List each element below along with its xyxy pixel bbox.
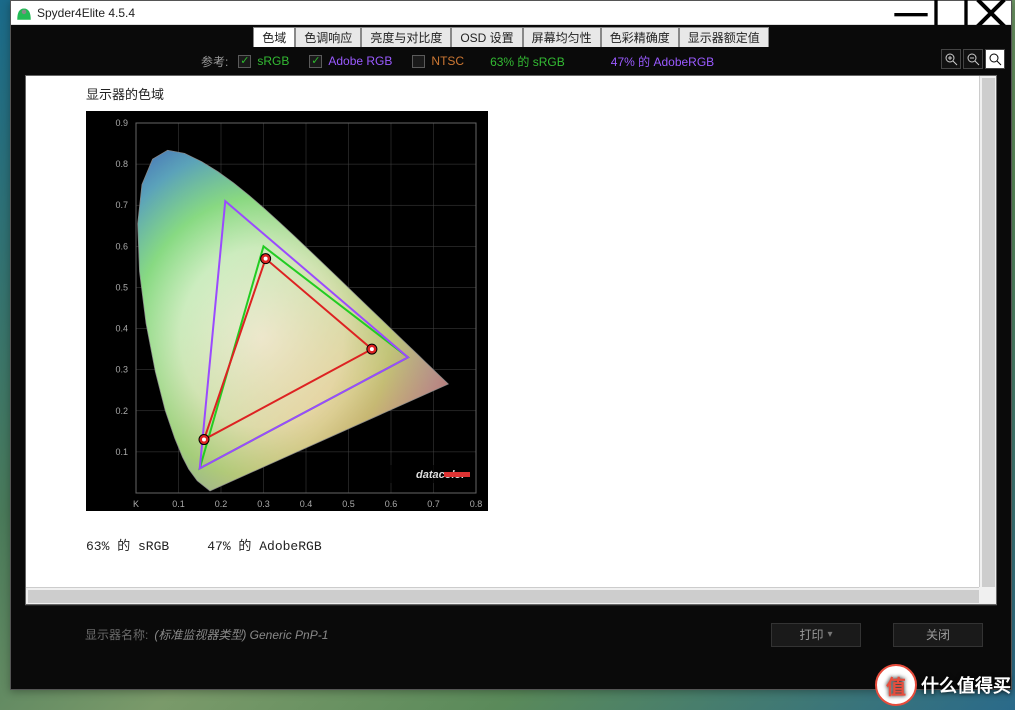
close-button[interactable] — [971, 2, 1011, 24]
coverage-text-adobergb: 47% 的 AdobeRGB — [207, 539, 321, 554]
content-area: 显示器的色域 K 0.1 0.2 0.3 0.4 0.5 0.6 0.7 0.8 0.1 0.2 0.… — [11, 75, 1011, 689]
zoom-buttons — [941, 49, 1005, 69]
svg-text:0.7: 0.7 — [115, 200, 128, 210]
coverage-srgb: 63% 的 sRGB — [490, 53, 565, 70]
checkbox-adobergb[interactable] — [309, 55, 322, 68]
watermark-text: 什么值得买 — [921, 672, 1011, 698]
watermark-logo-icon: 值 — [875, 664, 917, 706]
svg-text:0.1: 0.1 — [115, 447, 128, 457]
scroll-area: 显示器的色域 K 0.1 0.2 0.3 0.4 0.5 0.6 0.7 0.8 0.1 0.2 0.… — [25, 75, 997, 605]
reference-label: 参考: — [201, 53, 228, 70]
label-ntsc: NTSC — [431, 54, 464, 68]
app-window: Spyder4Elite 4.5.4 色域 色调响应 亮度与对比度 OSD 设置… — [10, 0, 1012, 690]
svg-text:0.4: 0.4 — [115, 324, 128, 334]
zoom-fit-button[interactable] — [985, 49, 1005, 69]
horizontal-scrollbar-thumb[interactable] — [28, 590, 981, 603]
section-heading: 显示器的色域 — [86, 84, 919, 103]
titlebar[interactable]: Spyder4Elite 4.5.4 — [11, 1, 1011, 25]
scroll-corner — [979, 587, 996, 604]
maximize-button[interactable] — [931, 2, 971, 24]
scroll-content: 显示器的色域 K 0.1 0.2 0.3 0.4 0.5 0.6 0.7 0.8 0.1 0.2 0.… — [26, 76, 979, 587]
coverage-adobergb: 47% 的 AdobeRGB — [611, 53, 714, 70]
svg-text:0.9: 0.9 — [115, 118, 128, 128]
checkbox-ntsc[interactable] — [412, 55, 425, 68]
zoom-in-button[interactable] — [941, 49, 961, 69]
svg-text:0.7: 0.7 — [427, 499, 440, 509]
reference-bar: 参考: sRGB Adobe RGB NTSC 63% 的 sRGB 47% 的… — [11, 47, 1011, 75]
client-area: 色域 色调响应 亮度与对比度 OSD 设置 屏幕均匀性 色彩精确度 显示器额定值… — [11, 25, 1011, 689]
tab-uniformity[interactable]: 屏幕均匀性 — [523, 27, 601, 47]
vertical-scrollbar[interactable] — [979, 76, 996, 587]
svg-text:0.6: 0.6 — [385, 499, 398, 509]
label-adobergb: Adobe RGB — [328, 54, 392, 68]
close-button-footer[interactable]: 关闭 — [893, 623, 983, 647]
svg-text:K: K — [133, 499, 139, 509]
checkbox-srgb[interactable] — [238, 55, 251, 68]
zoom-out-button[interactable] — [963, 49, 983, 69]
tab-brightness-contrast[interactable]: 亮度与对比度 — [361, 27, 451, 47]
tab-color-accuracy[interactable]: 色彩精确度 — [601, 27, 679, 47]
coverage-text: 63% 的 sRGB 47% 的 AdobeRGB — [86, 535, 919, 554]
minimize-button[interactable] — [891, 2, 931, 24]
coverage-text-srgb: 63% 的 sRGB — [86, 539, 169, 554]
horizontal-scrollbar[interactable] — [26, 587, 979, 604]
label-srgb: sRGB — [257, 54, 289, 68]
svg-text:0.3: 0.3 — [115, 365, 128, 375]
app-icon — [15, 4, 33, 22]
tab-bar: 色域 色调响应 亮度与对比度 OSD 设置 屏幕均匀性 色彩精确度 显示器额定值 — [11, 25, 1011, 47]
tab-display-rating[interactable]: 显示器额定值 — [679, 27, 769, 47]
vertical-scrollbar-thumb[interactable] — [982, 78, 995, 589]
svg-text:0.8: 0.8 — [470, 499, 483, 509]
footer-bar: 显示器名称: (标准监视器类型) Generic PnP-1 打印▾ 关闭 — [25, 605, 997, 659]
watermark: 值 什么值得买 — [875, 664, 1011, 706]
svg-text:0.5: 0.5 — [115, 282, 128, 292]
svg-text:0.5: 0.5 — [342, 499, 355, 509]
svg-text:0.1: 0.1 — [172, 499, 185, 509]
tab-osd-settings[interactable]: OSD 设置 — [451, 27, 522, 47]
svg-text:0.3: 0.3 — [257, 499, 270, 509]
svg-text:0.2: 0.2 — [115, 406, 128, 416]
tab-tone-response[interactable]: 色调响应 — [295, 27, 361, 47]
tab-gamut[interactable]: 色域 — [253, 27, 295, 47]
svg-text:0.8: 0.8 — [115, 159, 128, 169]
print-button[interactable]: 打印▾ — [771, 623, 861, 647]
display-name-value: (标准监视器类型) Generic PnP-1 — [154, 626, 328, 643]
cie-chart: K 0.1 0.2 0.3 0.4 0.5 0.6 0.7 0.8 0.1 0.2 0.3 0.4 0.5… — [86, 111, 488, 511]
app-title: Spyder4Elite 4.5.4 — [37, 6, 891, 20]
display-name-label: 显示器名称: — [85, 626, 148, 643]
svg-text:0.6: 0.6 — [115, 241, 128, 251]
svg-text:0.2: 0.2 — [215, 499, 228, 509]
svg-text:0.4: 0.4 — [300, 499, 313, 509]
